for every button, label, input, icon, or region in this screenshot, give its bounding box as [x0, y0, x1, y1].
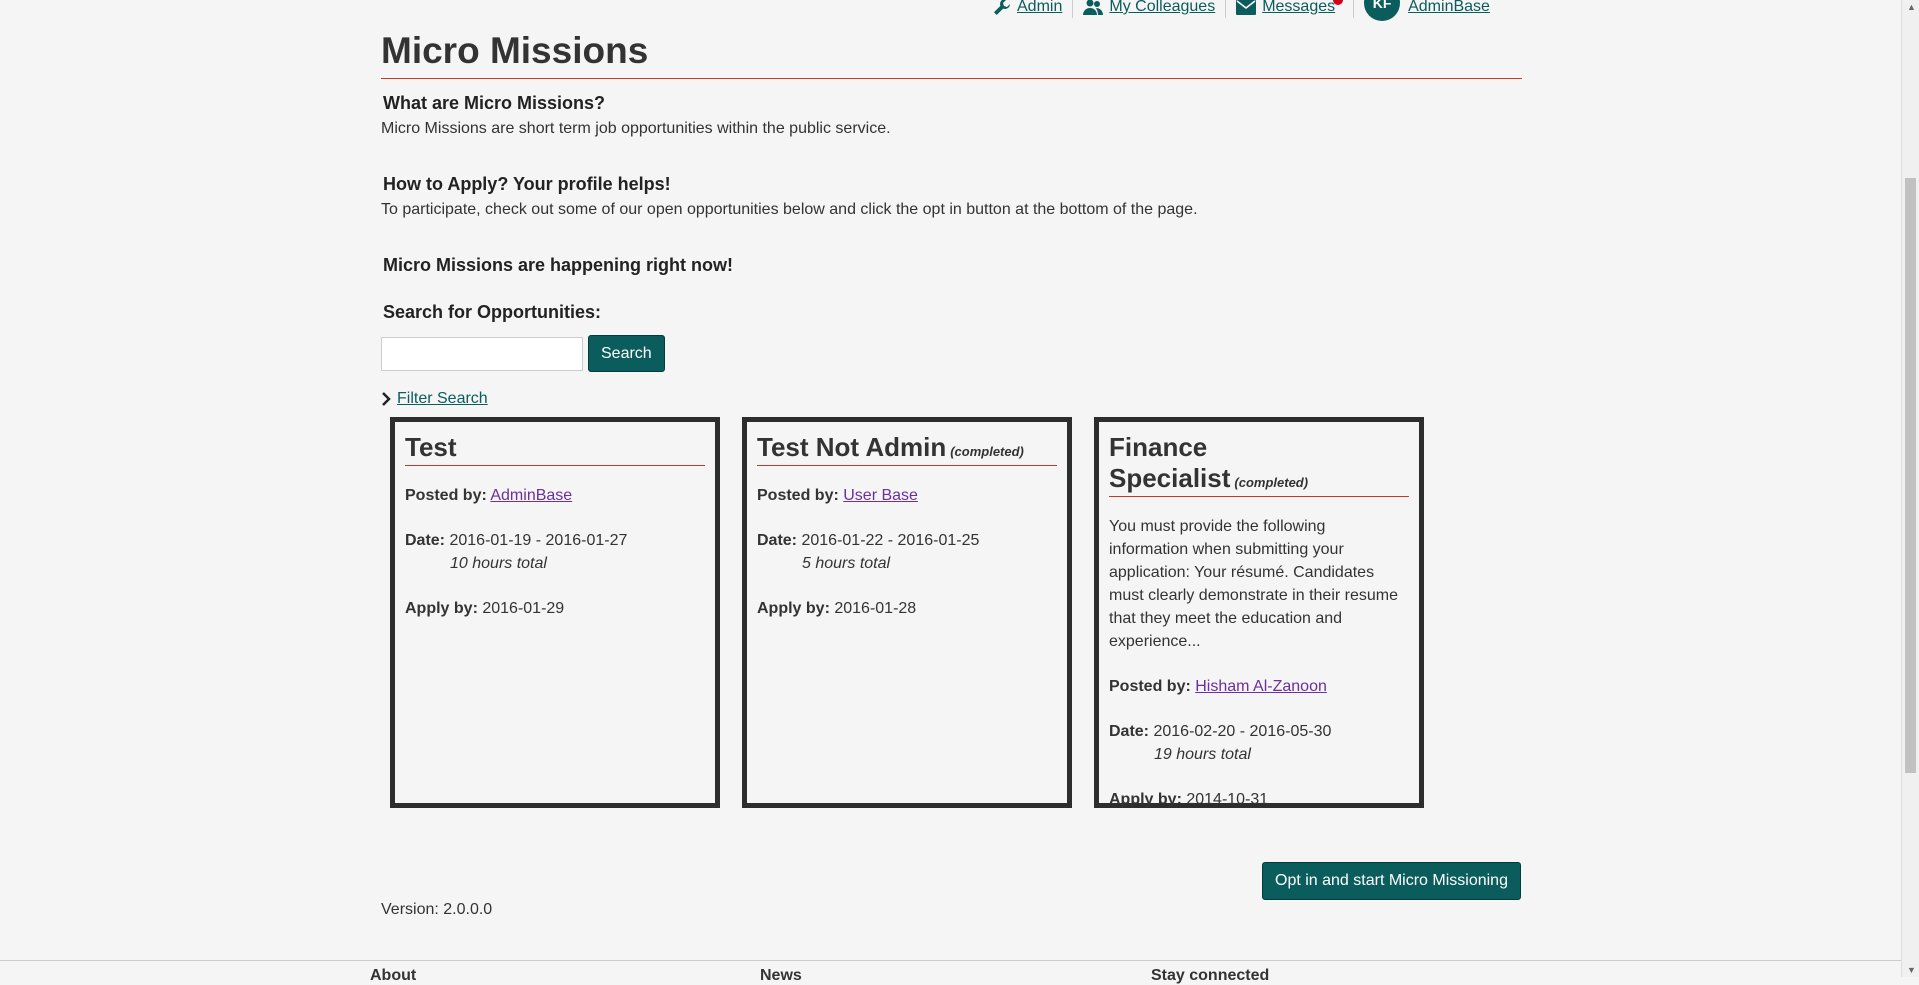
search-input[interactable] [381, 336, 583, 371]
card-status: (completed) [1234, 475, 1309, 490]
posted-label: Posted by: [405, 487, 487, 504]
search-section: Search for Opportunities: Search Filter … [381, 302, 1522, 408]
search-heading: Search for Opportunities: [383, 302, 602, 322]
posted-by-link[interactable]: Hisham Al-Zanoon [1195, 678, 1327, 695]
apply-by-value: 2016-01-29 [482, 600, 565, 617]
footer-about[interactable]: About [370, 967, 416, 985]
filter-search-link[interactable]: Filter Search [397, 390, 488, 408]
footer: About News Stay connected [0, 960, 1919, 984]
vertical-scrollbar[interactable]: ▲ ▼ [1901, 0, 1919, 977]
card-apply: Apply by: 2016-01-28 [757, 597, 1057, 620]
card-title-text[interactable]: Finance Specialist [1109, 432, 1230, 493]
opportunity-card[interactable]: Test Not Admin (completed) Posted by: Use… [742, 417, 1072, 808]
how-heading: How to Apply? Your profile helps! [383, 174, 671, 194]
posted-label: Posted by: [1109, 678, 1191, 695]
chevron-right-icon [382, 392, 391, 406]
date-label: Date: [405, 532, 446, 549]
search-button[interactable]: Search [588, 335, 665, 372]
filter-toggle[interactable]: Filter Search [381, 390, 1522, 408]
apply-label: Apply by: [1109, 791, 1182, 808]
search-row: Search [381, 335, 1522, 372]
opportunity-card[interactable]: Finance Specialist (completed) You must p… [1094, 417, 1424, 808]
date-value: 2016-01-22 - 2016-01-25 [801, 532, 980, 549]
happening-heading: Micro Missions are happening right now! [383, 255, 734, 275]
scroll-down-icon[interactable]: ▼ [1907, 965, 1916, 975]
page-title: Micro Missions [381, 30, 1522, 79]
card-title-text[interactable]: Test [405, 432, 457, 462]
what-heading: What are Micro Missions? [383, 93, 606, 113]
card-apply: Apply by: 2016-01-29 [405, 597, 705, 620]
card-date: Date: 2016-01-22 - 2016-01-25 5 hours tot… [757, 529, 1057, 575]
main-content: Micro Missions What are Micro Missions? … [381, 0, 1522, 408]
footer-news[interactable]: News [760, 967, 802, 985]
card-apply: Apply by: 2014-10-31 [1109, 788, 1409, 811]
apply-label: Apply by: [757, 600, 830, 617]
how-text: To participate, check out some of our op… [381, 201, 1198, 218]
happening-section: Micro Missions are happening right now! [381, 255, 1522, 276]
apply-by-value: 2014-10-31 [1186, 791, 1269, 808]
card-posted: Posted by: AdminBase [405, 484, 705, 507]
card-title: Test Not Admin (completed) [757, 432, 1057, 466]
apply-by-value: 2016-01-28 [834, 600, 917, 617]
posted-by-link[interactable]: User Base [843, 487, 918, 504]
card-date: Date: 2016-01-19 - 2016-01-27 10 hours to… [405, 529, 705, 575]
what-section: What are Micro Missions? Micro Missions … [381, 93, 1522, 138]
version-text: Version: 2.0.0.0 [381, 901, 493, 918]
posted-label: Posted by: [757, 487, 839, 504]
apply-label: Apply by: [405, 600, 478, 617]
card-posted: Posted by: Hisham Al-Zanoon [1109, 675, 1409, 698]
what-text: Micro Missions are short term job opport… [381, 120, 891, 137]
card-date: Date: 2016-02-20 - 2016-05-30 19 hours to… [1109, 720, 1409, 766]
card-title: Test [405, 432, 705, 466]
opportunity-card[interactable]: Test Posted by: AdminBase Date: 2016-01-… [390, 417, 720, 808]
date-label: Date: [757, 532, 798, 549]
date-value: 2016-02-20 - 2016-05-30 [1153, 723, 1332, 740]
date-label: Date: [1109, 723, 1150, 740]
opportunity-cards: Test Posted by: AdminBase Date: 2016-01-… [390, 417, 1446, 808]
scroll-thumb[interactable] [1905, 178, 1916, 773]
card-posted: Posted by: User Base [757, 484, 1057, 507]
card-title-text[interactable]: Test Not Admin [757, 432, 946, 462]
footer-stay-connected[interactable]: Stay connected [1151, 967, 1269, 985]
scroll-up-icon[interactable]: ▲ [1907, 2, 1916, 12]
how-section: How to Apply? Your profile helps! To par… [381, 174, 1522, 219]
hours-total: 5 hours total [802, 555, 891, 572]
date-value: 2016-01-19 - 2016-01-27 [449, 532, 628, 549]
card-description: You must provide the following informati… [1109, 518, 1398, 650]
hours-total: 19 hours total [1154, 746, 1251, 763]
card-status: (completed) [950, 444, 1024, 459]
hours-total: 10 hours total [450, 555, 547, 572]
opt-in-button[interactable]: Opt in and start Micro Missioning [1262, 862, 1521, 900]
posted-by-link[interactable]: AdminBase [490, 487, 572, 504]
card-title: Finance Specialist (completed) [1109, 432, 1409, 497]
